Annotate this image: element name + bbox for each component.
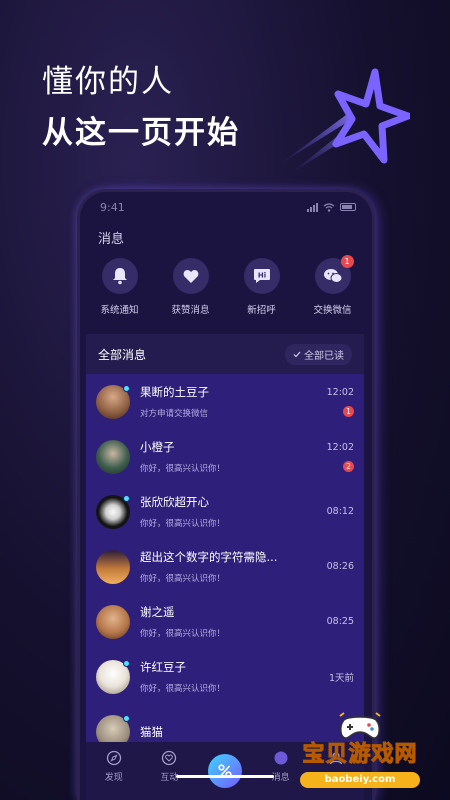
star-icon: [280, 68, 410, 174]
quick-label: 交换微信: [313, 305, 352, 316]
bell-icon: [112, 268, 127, 285]
svg-text:Hi: Hi: [257, 272, 265, 280]
message-preview: 对方申请交换微信: [140, 409, 209, 419]
avatar: [96, 549, 130, 584]
list-header: 全部消息 全部已读: [86, 334, 364, 374]
contact-name: 张欣欣超开心: [140, 495, 209, 509]
avatar: [96, 384, 130, 419]
avatar: [96, 439, 130, 474]
quick-likes[interactable]: 获赞消息: [159, 258, 223, 326]
battery-icon: [340, 203, 356, 211]
wechat-icon: [323, 269, 342, 283]
message-row[interactable]: 张欣欣超开心你好，很高兴认识你！ 08:12: [86, 484, 364, 539]
status-time: 9:41: [100, 200, 125, 214]
headline: 懂你的人 从这一页开始: [42, 62, 240, 156]
message-preview: 你好，很高兴认识你！: [140, 684, 226, 694]
contact-name: 果断的土豆子: [140, 385, 209, 399]
heart-outline-icon: [162, 750, 177, 766]
status-bar: 9:41: [80, 192, 372, 222]
hi-bubble-icon: Hi: [253, 269, 270, 283]
contact-name: 超出这个数字的字符需隐...: [140, 550, 278, 564]
home-indicator: [176, 775, 274, 778]
tab-interact[interactable]: 互动: [144, 750, 194, 783]
message-preview: 你好，很高兴认识你！: [140, 629, 226, 639]
tab-label: 消息: [271, 773, 290, 783]
check-icon: [293, 351, 301, 357]
mark-all-read-button[interactable]: 全部已读: [285, 343, 352, 365]
message-list: 果断的土豆子对方申请交换微信 12:02 1 小橙子你好，很高兴认识你！ 12:0…: [86, 374, 364, 759]
message-preview: 你好，很高兴认识你！: [140, 519, 226, 529]
message-time: 12:02: [326, 441, 354, 453]
headline-line-2: 从这一页开始: [42, 115, 240, 151]
online-indicator: [123, 384, 130, 392]
message-icon: [274, 751, 288, 765]
headline-line-1: 懂你的人: [42, 64, 174, 100]
message-row[interactable]: 许红豆子你好，很高兴认识你！ 1天前: [86, 649, 364, 704]
watermark-url: baobeiy.com: [300, 772, 420, 788]
avatar: [96, 604, 130, 639]
tab-discover[interactable]: 发现: [89, 750, 139, 783]
avatar: [96, 494, 130, 529]
wifi-icon: [323, 202, 335, 212]
phone-frame: 9:41 消息 系统通知 获赞消息 Hi 新招呼 1 交换微信 全部消息 全部已…: [80, 192, 372, 800]
message-row[interactable]: 果断的土豆子对方申请交换微信 12:02 1: [86, 374, 364, 429]
message-row[interactable]: 谢之遥你好，很高兴认识你！ 08:25: [86, 594, 364, 649]
watermark-text: 宝贝游戏网: [302, 742, 418, 768]
message-preview: 你好，很高兴认识你！: [140, 464, 226, 474]
tab-center[interactable]: [200, 750, 250, 788]
message-time: 08:26: [326, 561, 354, 572]
avatar: [96, 659, 130, 694]
percent-center-icon: [207, 754, 242, 788]
page-title: 消息: [98, 232, 125, 247]
list-header-title: 全部消息: [98, 347, 147, 362]
message-row[interactable]: 超出这个数字的字符需隐... 你好，很高兴认识你！ 08:26: [86, 539, 364, 594]
quick-exchange-wechat[interactable]: 1 交换微信: [301, 255, 365, 326]
message-time: 12:02: [326, 386, 354, 398]
mark-all-read-label: 全部已读: [304, 350, 344, 362]
quick-new-greeting[interactable]: Hi 新招呼: [230, 258, 294, 326]
compass-icon: [106, 750, 121, 766]
unread-badge: 2: [343, 460, 354, 472]
message-time: 08:12: [326, 506, 354, 517]
message-preview: 你好，很高兴认识你！: [140, 574, 226, 584]
online-indicator: [123, 494, 130, 502]
quick-badge: 1: [340, 255, 354, 268]
contact-name: 小橙子: [140, 440, 175, 454]
status-icons: [307, 202, 356, 212]
heart-icon: [183, 269, 198, 283]
online-indicator: [123, 659, 130, 667]
quick-actions: 系统通知 获赞消息 Hi 新招呼 1 交换微信: [80, 254, 372, 326]
online-indicator: [123, 714, 130, 722]
quick-system-notice[interactable]: 系统通知: [88, 258, 152, 326]
contact-name: 谢之遥: [140, 605, 175, 619]
tab-label: 发现: [104, 773, 123, 783]
quick-label: 新招呼: [247, 305, 276, 316]
quick-label: 获赞消息: [171, 305, 210, 316]
signal-icon: [307, 202, 318, 212]
message-time: 1天前: [328, 672, 354, 684]
message-row[interactable]: 小橙子你好，很高兴认识你！ 12:02 2: [86, 429, 364, 484]
quick-label: 系统通知: [100, 305, 139, 316]
watermark-logo: 宝贝游戏网 baobeiy.com: [288, 712, 432, 790]
unread-badge: 1: [343, 405, 354, 417]
contact-name: 许红豆子: [140, 660, 186, 674]
message-time: 08:25: [326, 616, 354, 627]
